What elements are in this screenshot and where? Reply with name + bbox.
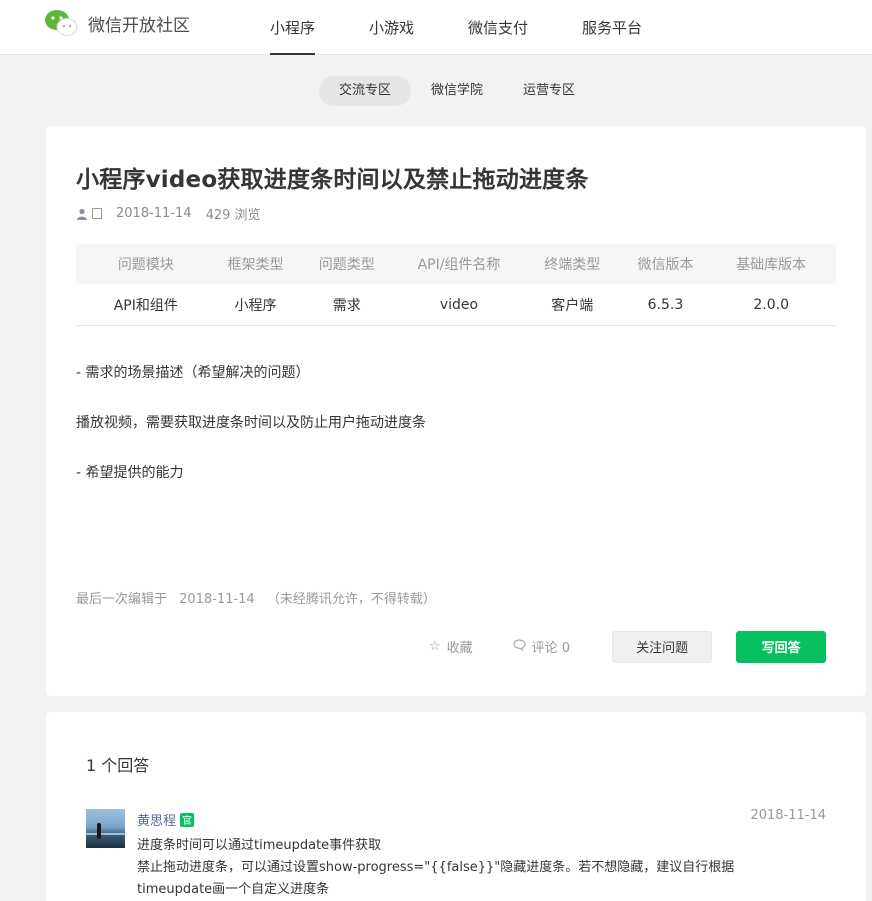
- answer-text-line: timeupdate画一个自定义进度条: [137, 882, 330, 897]
- post-author[interactable]: [92, 208, 102, 219]
- post-date: 2018-11-14: [116, 206, 192, 221]
- header-cell: 终端类型: [544, 257, 601, 273]
- header-cell: 基础库版本: [736, 257, 807, 273]
- nav-item-minigame[interactable]: 小游戏: [357, 0, 426, 55]
- comment-label: 评论 0: [531, 641, 571, 656]
- sub-navigation: 交流专区 微信学院 运营专区: [319, 76, 595, 106]
- value-cell: video: [439, 296, 479, 313]
- value-cell: 2.0.0: [753, 296, 789, 313]
- collect-button[interactable]: ☆ 收藏: [429, 637, 473, 656]
- info-table-header: 问题模块 框架类型 问题类型 API/组件名称 终端类型 微信版本 基础库版本: [76, 244, 836, 284]
- edit-note-copyright: （未经腾讯允许，不得转载）: [266, 592, 436, 607]
- answer-text-line: 进度条时间可以通过timeupdate事件获取: [137, 838, 382, 853]
- answer-text-line: 禁止拖动进度条，可以通过设置show-progress="{{false}}"隐…: [137, 860, 735, 875]
- collect-label: 收藏: [446, 641, 473, 656]
- subnav-item-operations[interactable]: 运营专区: [503, 76, 595, 106]
- question-info-table: 问题模块 框架类型 问题类型 API/组件名称 终端类型 微信版本 基础库版本 …: [76, 244, 836, 326]
- top-navigation-bar: 微信开放社区 小程序 小游戏 微信支付 服务平台: [0, 0, 872, 55]
- main-nav: 小程序 小游戏 微信支付 服务平台: [258, 0, 684, 55]
- wechat-logo-icon: [44, 9, 78, 37]
- header-cell: API/组件名称: [417, 257, 501, 273]
- header-cell: 问题类型: [318, 257, 375, 273]
- comment-button[interactable]: 评论 0: [513, 637, 570, 656]
- edit-note-prefix: 最后一次编辑于: [76, 592, 168, 607]
- answer-author[interactable]: 黄思程 官: [137, 810, 195, 829]
- header-cell: 微信版本: [637, 257, 694, 273]
- answer-date: 2018-11-14: [750, 808, 826, 823]
- edit-note-date: 2018-11-14: [179, 592, 255, 607]
- post-body-line: - 需求的场景描述（希望解决的问题）: [76, 365, 310, 381]
- nav-item-miniprogram[interactable]: 小程序: [258, 0, 327, 55]
- header-cell: 问题模块: [117, 257, 174, 273]
- site-logo-text: 微信开放社区: [88, 15, 190, 36]
- post-title: 小程序video获取进度条时间以及禁止拖动进度条: [76, 167, 589, 193]
- value-cell: 小程序: [234, 297, 277, 314]
- comment-icon: [513, 638, 526, 655]
- last-edit-note: 最后一次编辑于 2018-11-14 （未经腾讯允许，不得转载）: [76, 588, 444, 607]
- write-answer-button[interactable]: 写回答: [736, 630, 827, 663]
- post-actions: ☆ 收藏 评论 0 关注问题 写回答: [429, 630, 827, 663]
- star-icon: ☆: [429, 639, 441, 654]
- answers-count: 1 个回答: [86, 756, 150, 775]
- user-icon: [76, 208, 88, 220]
- value-cell: 客户端: [551, 297, 594, 314]
- value-cell: API和组件: [113, 297, 178, 314]
- follow-question-button[interactable]: 关注问题: [612, 630, 713, 663]
- post-body-line: 播放视频，需要获取进度条时间以及防止用户拖动进度条: [76, 415, 426, 431]
- post-meta: 2018-11-14 429 浏览: [76, 204, 261, 223]
- header-cell: 框架类型: [227, 257, 284, 273]
- official-badge: 官: [180, 812, 195, 827]
- table-row: API和组件 小程序 需求 video 客户端 6.5.3 2.0.0: [76, 284, 836, 326]
- answer-author-name: 黄思程: [137, 814, 177, 829]
- site-logo[interactable]: 微信开放社区: [44, 8, 190, 38]
- answers-card: 1 个回答 黄思程 官 2018-11-14 进度条时间可以通过timeupda…: [46, 712, 866, 901]
- post-views: 429 浏览: [205, 208, 261, 223]
- post-card: 小程序video获取进度条时间以及禁止拖动进度条 2018-11-14 429 …: [46, 126, 866, 696]
- value-cell: 需求: [332, 297, 361, 314]
- subnav-item-discussion[interactable]: 交流专区: [319, 76, 412, 106]
- nav-item-wechat-pay[interactable]: 微信支付: [456, 0, 540, 55]
- avatar[interactable]: [86, 809, 125, 848]
- post-body-line: - 希望提供的能力: [76, 465, 184, 481]
- value-cell: 6.5.3: [647, 296, 684, 313]
- nav-item-service-platform[interactable]: 服务平台: [570, 0, 654, 55]
- subnav-item-academy[interactable]: 微信学院: [411, 76, 503, 106]
